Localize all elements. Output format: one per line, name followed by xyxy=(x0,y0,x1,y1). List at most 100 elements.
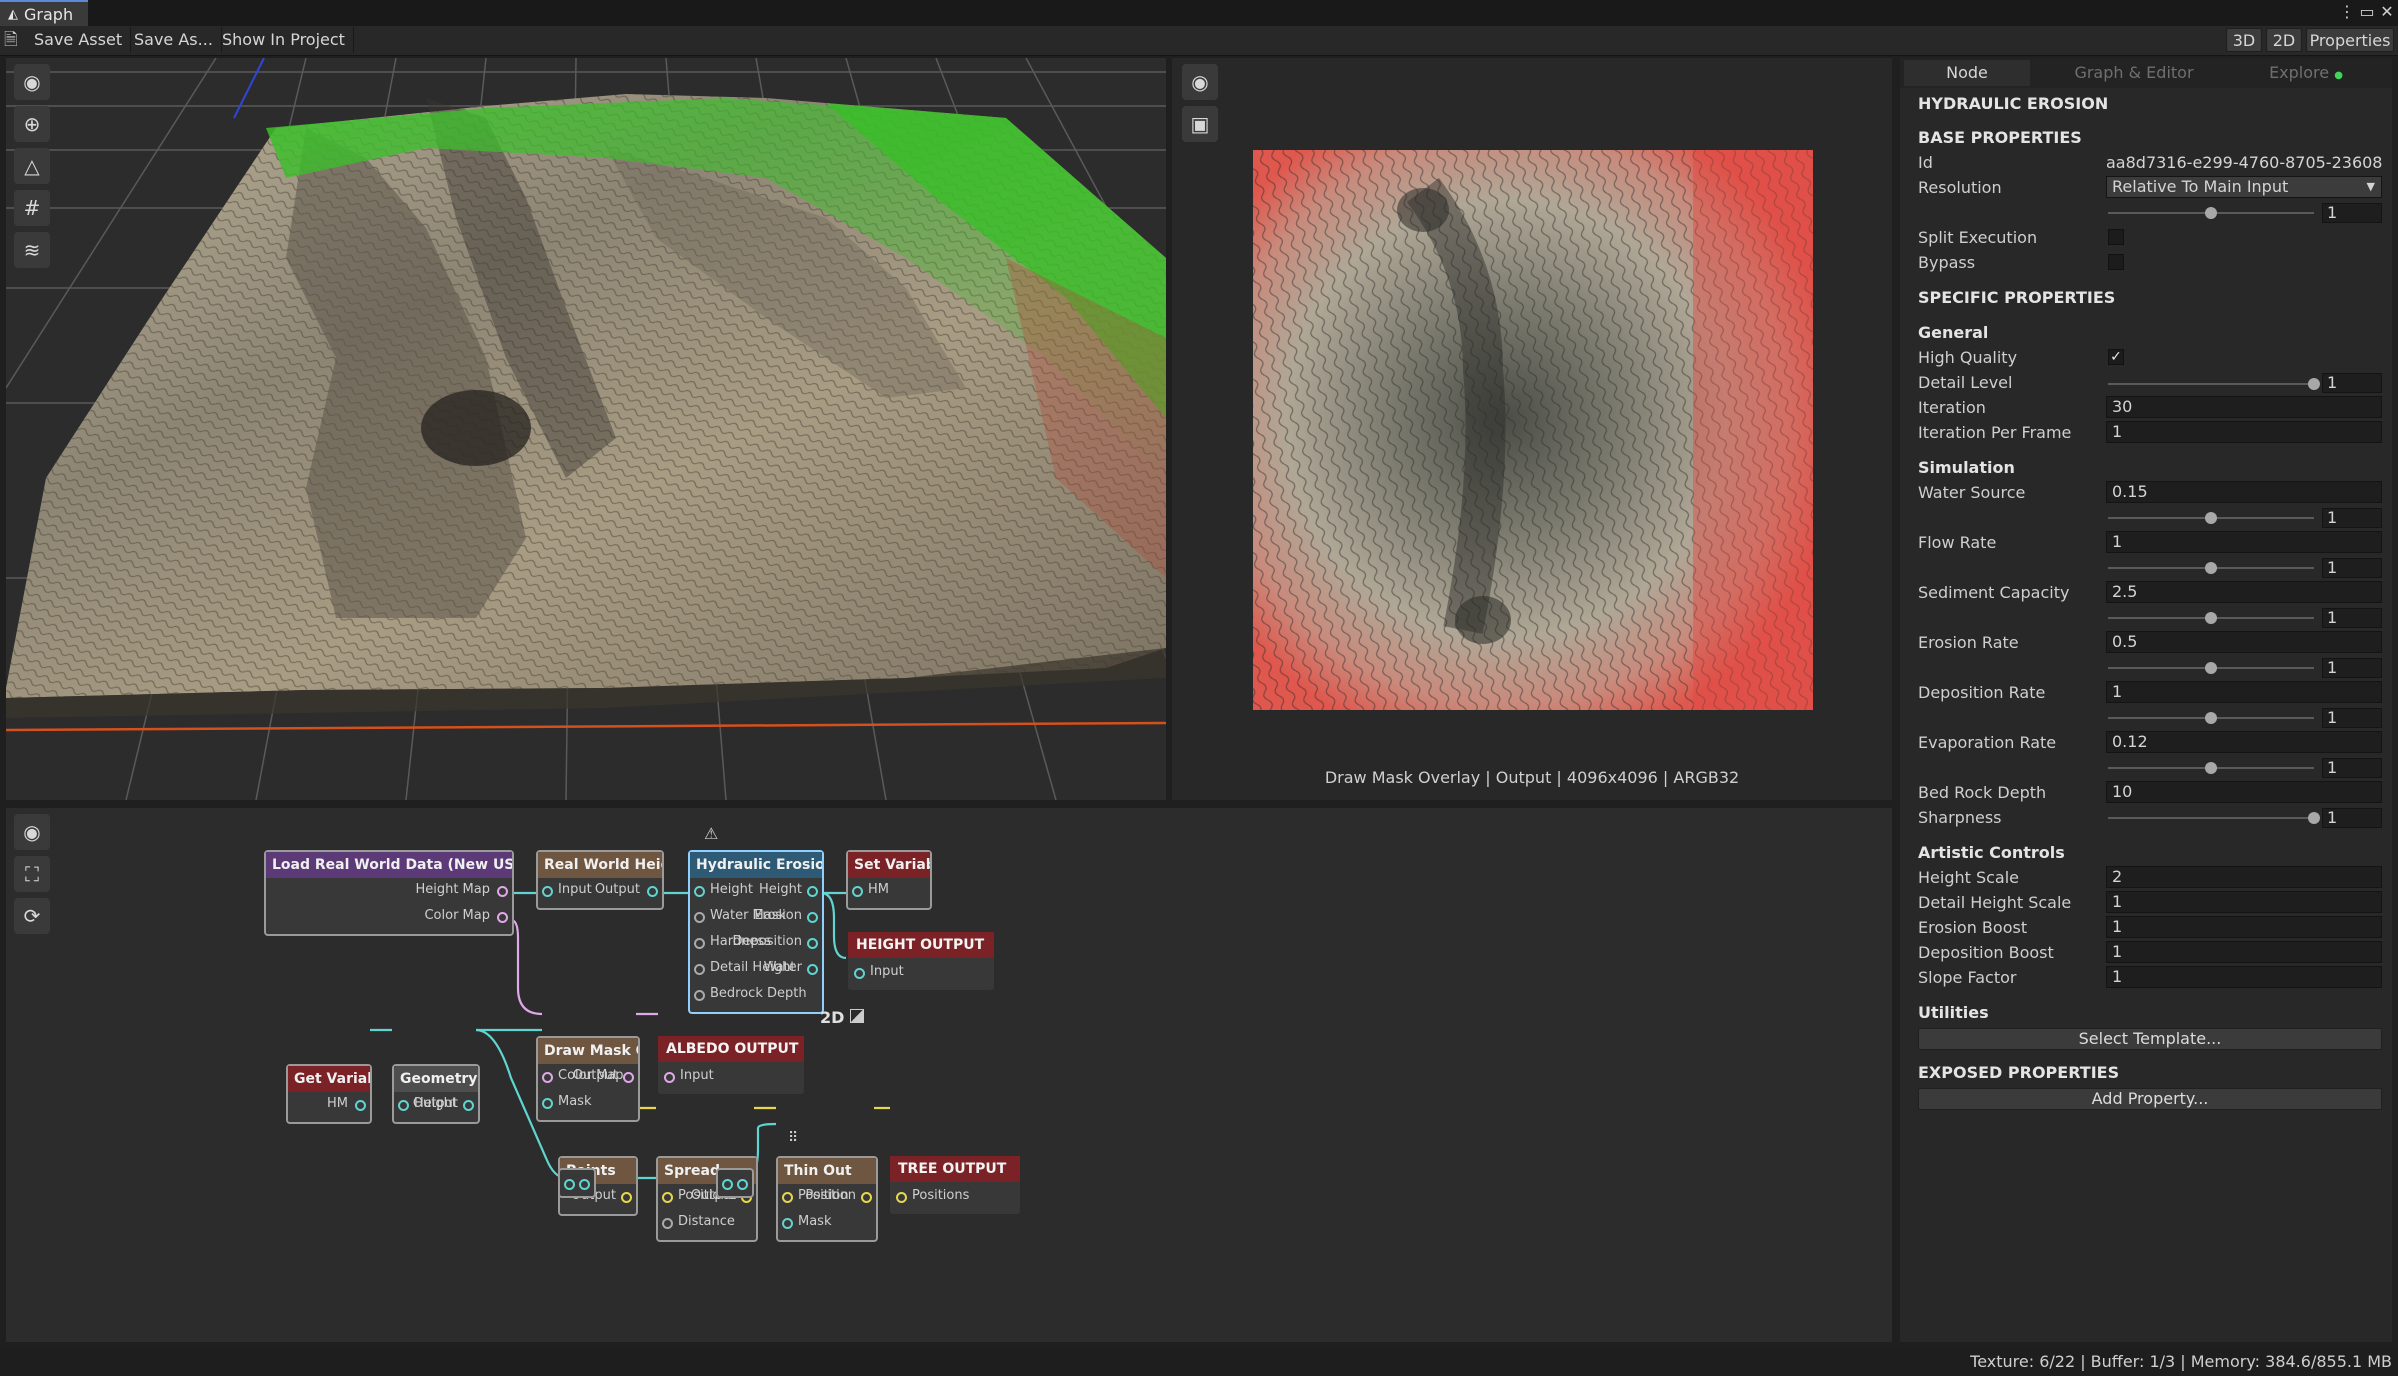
flow-rate-slider[interactable] xyxy=(2108,562,2314,574)
terrain-icon[interactable]: △ xyxy=(14,148,50,184)
flow-rate-slider-value[interactable]: 1 xyxy=(2322,558,2382,578)
sediment-capacity-slider[interactable] xyxy=(2108,612,2314,624)
erosion-rate-slider[interactable] xyxy=(2108,662,2314,674)
load-real-world-data-node[interactable]: Load Real World Data (New USGS Data Prov… xyxy=(264,850,514,936)
node-graph[interactable]: ◉ ⛶ ⟳ Load Real World Data (New USGS Dat… xyxy=(6,808,1892,1342)
save-as-button[interactable]: Save As... xyxy=(126,27,222,53)
resolution-dropdown[interactable]: Relative To Main Input ▼ xyxy=(2106,176,2382,198)
input-port[interactable] xyxy=(782,1218,793,1229)
deposition-rate-slider-value[interactable]: 1 xyxy=(2322,708,2382,728)
output-port[interactable] xyxy=(807,886,818,897)
water-source-field[interactable]: 0.15 xyxy=(2106,481,2382,503)
resolution-slider-value[interactable]: 1 xyxy=(2322,203,2382,223)
camera-icon[interactable]: ◉ xyxy=(14,64,50,100)
input-port[interactable] xyxy=(896,1192,907,1203)
height-remap-node[interactable]: Real World Height Remap Input Output xyxy=(536,850,664,910)
detail-level-slider[interactable] xyxy=(2108,378,2320,390)
sharpness-slider[interactable] xyxy=(2108,812,2320,824)
input-port[interactable] xyxy=(542,1098,553,1109)
input-port[interactable] xyxy=(398,1100,409,1111)
input-port[interactable] xyxy=(662,1218,673,1229)
camera-icon[interactable]: ◉ xyxy=(1182,64,1218,100)
tab-explore[interactable]: Explore ● xyxy=(2236,60,2376,86)
erosion-rate-field[interactable]: 0.5 xyxy=(2106,631,2382,653)
input-port[interactable] xyxy=(854,968,865,979)
drag-handle-icon[interactable]: ⠿ xyxy=(788,1130,798,1146)
output-port[interactable] xyxy=(647,886,658,897)
detail-height-scale-field[interactable]: 1 xyxy=(2106,891,2382,913)
slider-knob[interactable] xyxy=(2308,378,2320,390)
output-port[interactable] xyxy=(497,886,508,897)
slider-knob[interactable] xyxy=(2205,662,2217,674)
input-port[interactable] xyxy=(694,912,705,923)
set-variable-node[interactable]: Set Variable HM xyxy=(846,850,932,910)
output-port[interactable] xyxy=(807,912,818,923)
output-port[interactable] xyxy=(623,1072,634,1083)
viewport-3d[interactable]: ◉ ⊕ △ # ≋ xyxy=(6,58,1166,800)
deposition-boost-field[interactable]: 1 xyxy=(2106,941,2382,963)
tree-output-node[interactable]: TREE OUTPUT Positions xyxy=(890,1156,1020,1214)
output-port[interactable] xyxy=(807,938,818,949)
input-port[interactable] xyxy=(542,886,553,897)
thin-out-node[interactable]: Thin Out Position Mask Position xyxy=(776,1156,878,1242)
high-quality-checkbox[interactable]: ✓ xyxy=(2108,349,2124,365)
water-source-slider-value[interactable]: 1 xyxy=(2322,508,2382,528)
split-execution-checkbox[interactable] xyxy=(2108,229,2124,245)
slider-knob[interactable] xyxy=(2308,812,2320,824)
evaporation-rate-slider-value[interactable]: 1 xyxy=(2322,758,2382,778)
output-port[interactable] xyxy=(579,1179,590,1190)
add-property-button[interactable]: Add Property... xyxy=(1918,1088,2382,1110)
output-port[interactable] xyxy=(463,1100,474,1111)
reroute-node[interactable] xyxy=(558,1168,596,1198)
hydraulic-erosion-node[interactable]: Hydraulic Erosion Height Water Mask Hard… xyxy=(688,850,824,1014)
geometry-mask-node[interactable]: Geometry Mask Height Output xyxy=(392,1064,480,1124)
preview-toggle-icon[interactable] xyxy=(850,1009,864,1023)
target-icon[interactable]: ⊕ xyxy=(14,106,50,142)
detail-level-value[interactable]: 1 xyxy=(2322,373,2382,393)
input-port[interactable] xyxy=(662,1192,673,1203)
resolution-slider[interactable] xyxy=(2108,207,2314,219)
save-asset-button[interactable]: Save Asset xyxy=(26,27,132,53)
slider-knob[interactable] xyxy=(2205,762,2217,774)
sharpness-slider-value[interactable]: 1 xyxy=(2322,808,2382,828)
bed-rock-depth-field[interactable]: 10 xyxy=(2106,781,2382,803)
input-port[interactable] xyxy=(694,964,705,975)
slider-knob[interactable] xyxy=(2205,512,2217,524)
water-source-slider[interactable] xyxy=(2108,512,2314,524)
slope-factor-field[interactable]: 1 xyxy=(2106,966,2382,988)
view-2d-toggle[interactable]: 2D xyxy=(2266,28,2302,52)
evaporation-rate-slider[interactable] xyxy=(2108,762,2314,774)
sediment-capacity-slider-value[interactable]: 1 xyxy=(2322,608,2382,628)
draw-mask-overlay-node[interactable]: Draw Mask Overlay Color Map Mask Output xyxy=(536,1036,640,1122)
slider-knob[interactable] xyxy=(2205,612,2217,624)
output-port[interactable] xyxy=(355,1100,366,1111)
show-in-project-button[interactable]: Show In Project xyxy=(214,27,354,53)
iteration-per-frame-field[interactable]: 1 xyxy=(2106,421,2382,443)
bypass-checkbox[interactable] xyxy=(2108,254,2124,270)
input-port[interactable] xyxy=(852,886,863,897)
input-port[interactable] xyxy=(694,886,705,897)
slider-knob[interactable] xyxy=(2205,207,2217,219)
input-port[interactable] xyxy=(564,1179,575,1190)
get-variable-node[interactable]: Get Variable HM xyxy=(286,1064,372,1124)
select-template-button[interactable]: Select Template... xyxy=(1918,1028,2382,1050)
slider-knob[interactable] xyxy=(2205,712,2217,724)
input-port[interactable] xyxy=(664,1072,675,1083)
erosion-boost-field[interactable]: 1 xyxy=(2106,916,2382,938)
height-scale-field[interactable]: 2 xyxy=(2106,866,2382,888)
height-output-node[interactable]: HEIGHT OUTPUT Input xyxy=(848,932,994,990)
albedo-output-node[interactable]: ALBEDO OUTPUT Input xyxy=(658,1036,804,1094)
output-port[interactable] xyxy=(807,964,818,975)
input-port[interactable] xyxy=(782,1192,793,1203)
tab-node[interactable]: Node xyxy=(1904,60,2030,86)
input-port[interactable] xyxy=(694,990,705,1001)
input-port[interactable] xyxy=(694,938,705,949)
output-port[interactable] xyxy=(861,1192,872,1203)
output-port[interactable] xyxy=(621,1192,632,1203)
erosion-rate-slider-value[interactable]: 1 xyxy=(2322,658,2382,678)
save-image-icon[interactable]: ▣ xyxy=(1182,106,1218,142)
maximize-icon[interactable]: ▭ xyxy=(2358,2,2376,22)
grid-icon[interactable]: # xyxy=(14,190,50,226)
evaporation-rate-field[interactable]: 0.12 xyxy=(2106,731,2382,753)
reroute-node[interactable] xyxy=(716,1168,754,1198)
